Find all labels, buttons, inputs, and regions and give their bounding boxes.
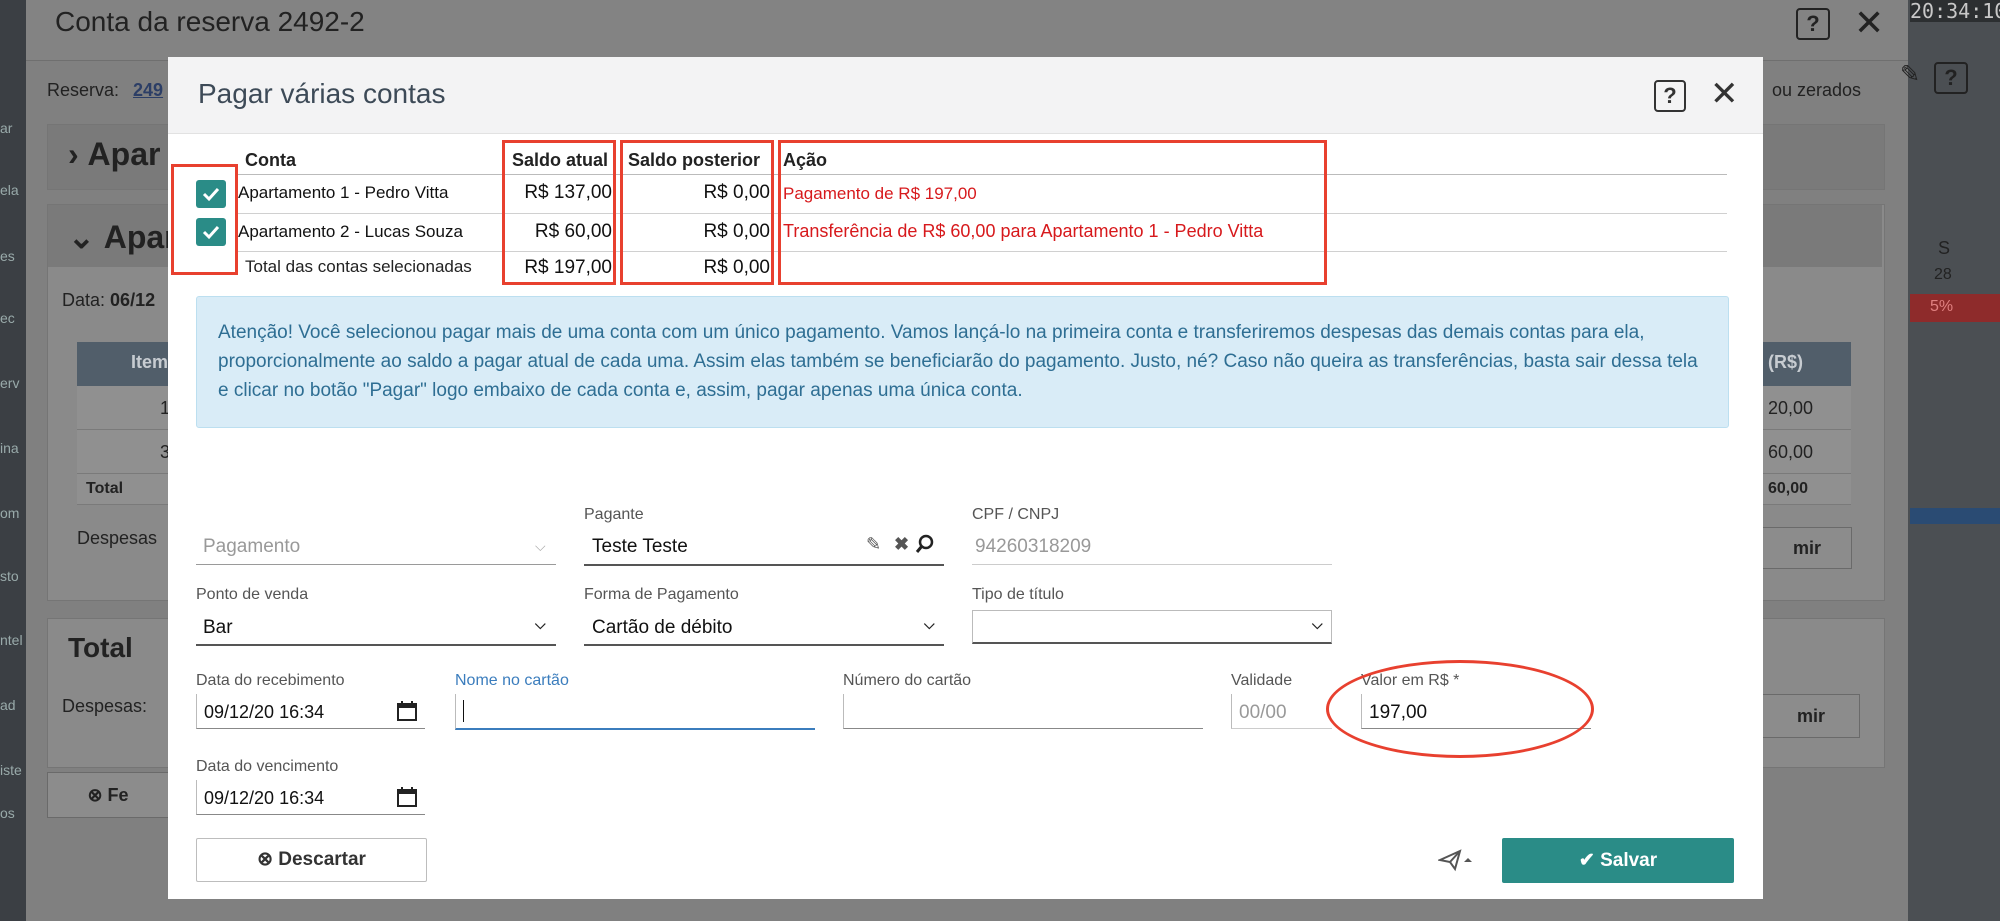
- forma-label: Forma de Pagamento: [584, 586, 739, 603]
- validade-placeholder: 00/00: [1239, 702, 1287, 723]
- bg-calendar-num: 28: [1934, 266, 1952, 283]
- bg-total-value: 60,00: [1768, 480, 1809, 497]
- help-icon[interactable]: ?: [1654, 80, 1686, 112]
- reserva-label: Reserva:: [47, 80, 120, 100]
- outer-help-icon[interactable]: ?: [1796, 8, 1830, 40]
- bg-sidebar-letter: ar: [0, 120, 13, 136]
- bg-sidebar-letter: iste: [0, 762, 22, 778]
- bg-help-icon[interactable]: ?: [1934, 62, 1968, 94]
- check-circle-icon: ✔: [1578, 850, 1595, 871]
- tipo-select[interactable]: [972, 610, 1332, 644]
- bg-percent-badge: [1910, 294, 2000, 322]
- bg-item-header: Item: [131, 352, 169, 372]
- calendar-icon[interactable]: [396, 700, 418, 727]
- zerados-text: ou zerados: [1772, 80, 1862, 100]
- bg-sidebar-letter: es: [0, 248, 15, 264]
- ponto-select[interactable]: [196, 610, 556, 646]
- data-venc-value: 09/12/20 16:34: [204, 788, 325, 808]
- validade-label: Validade: [1231, 672, 1293, 689]
- nome-label: Nome no cartão: [455, 672, 569, 689]
- tipo-label: Tipo de título: [972, 586, 1064, 603]
- pagamento-placeholder: Pagamento: [203, 536, 301, 557]
- bg-data-label: Data: 06/12: [62, 290, 156, 310]
- row-conta: Apartamento 2 - Lucas Souza: [238, 222, 463, 241]
- ponto-label: Ponto de venda: [196, 586, 309, 603]
- numero-label: Número do cartão: [843, 672, 972, 689]
- bg-rs-header: (R$): [1768, 352, 1803, 372]
- outer-modal-title: Conta da reserva 2492-2: [55, 6, 365, 37]
- info-alert-text: Atenção! Você selecionou pagar mais de u…: [218, 322, 1698, 401]
- chevron-down-icon: ⌵: [924, 616, 935, 632]
- bg-total-title: Total: [68, 632, 133, 663]
- annotation-box-saldo-atual: [502, 140, 616, 285]
- discard-button[interactable]: ⊗ Descartar: [196, 838, 427, 882]
- data-receb-value: 09/12/20 16:34: [204, 702, 325, 722]
- chevron-down-icon: ⌵: [535, 616, 546, 632]
- pagante-value: Teste Teste: [592, 536, 688, 557]
- row-conta: Apartamento 1 - Pedro Vitta: [238, 183, 449, 202]
- bg-row-value: 20,00: [1768, 398, 1814, 418]
- cpf-label: CPF / CNPJ: [972, 506, 1060, 523]
- bg-blue-bar: [1910, 508, 2000, 524]
- annotation-box-saldo-posterior: [620, 140, 774, 285]
- bg-sidebar-letter: sto: [0, 568, 19, 584]
- clock: 20:34:10: [1910, 0, 2000, 22]
- edit-icon[interactable]: ✎: [1900, 60, 1920, 89]
- header-conta: Conta: [245, 150, 296, 170]
- data-venc-label: Data do vencimento: [196, 758, 339, 775]
- calendar-icon[interactable]: [396, 786, 418, 813]
- bg-despesas-label-2: Despesas:: [62, 696, 148, 716]
- bg-imprimir-button[interactable]: mir: [1762, 527, 1852, 569]
- background-sidebar: ar ela es ec erv ina om sto ntel ad iste…: [0, 0, 26, 921]
- search-icon[interactable]: [915, 534, 935, 561]
- bg-panel-2-title: ⌄ Apar: [68, 219, 177, 255]
- annotation-box-checkboxes: [171, 164, 238, 275]
- bg-fechar-button[interactable]: ⊗ Fe: [47, 772, 169, 818]
- bg-sidebar-letter: ela: [0, 182, 19, 198]
- bg-sidebar-letter: os: [0, 805, 15, 821]
- annotation-oval-valor: [1326, 660, 1594, 758]
- background-right-panel: [1908, 0, 2000, 921]
- send-icon[interactable]: [1436, 848, 1472, 877]
- close-circle-icon: ⊗: [257, 849, 273, 870]
- bg-despesas-label: Despesas: [77, 528, 158, 548]
- bg-imprimir-button-2[interactable]: mir: [1762, 694, 1860, 738]
- outer-close-icon[interactable]: ✕: [1854, 2, 1884, 44]
- chevron-down-icon: ⌵: [535, 538, 546, 554]
- dialog-title: Pagar várias contas: [198, 78, 446, 109]
- bg-sidebar-letter: ina: [0, 440, 19, 456]
- bg-row-value: 60,00: [1768, 442, 1814, 462]
- numero-field[interactable]: [843, 694, 1203, 729]
- bg-sidebar-letter: erv: [0, 375, 20, 391]
- reserva-link[interactable]: 249: [133, 80, 163, 101]
- close-icon[interactable]: ✕: [1710, 74, 1739, 114]
- clear-icon[interactable]: ✖: [894, 534, 909, 555]
- text-cursor: [463, 700, 464, 722]
- bg-sidebar-letter: ntel: [0, 632, 23, 648]
- bg-sidebar-letter: om: [0, 505, 20, 521]
- save-button[interactable]: ✔ Salvar: [1502, 838, 1734, 883]
- pencil-icon[interactable]: ✎: [866, 534, 881, 555]
- cpf-value: 94260318209: [975, 536, 1092, 557]
- annotation-box-acao: [778, 140, 1327, 285]
- bg-percent-text: 5%: [1930, 298, 1954, 315]
- nome-field[interactable]: [455, 694, 815, 730]
- bg-calendar-day: S: [1938, 238, 1951, 258]
- bg-sidebar-letter: ad: [0, 697, 16, 713]
- bg-panel-1-title: › Apar: [68, 136, 161, 172]
- bg-total-label: Total: [86, 480, 124, 497]
- bg-sidebar-letter: ec: [0, 310, 15, 326]
- pagante-label: Pagante: [584, 506, 644, 523]
- forma-value: Cartão de débito: [592, 617, 733, 638]
- data-receb-label: Data do recebimento: [196, 672, 345, 689]
- chevron-down-icon: ⌵: [1312, 616, 1323, 632]
- ponto-value: Bar: [203, 617, 233, 638]
- total-label: Total das contas selecionadas: [245, 257, 472, 276]
